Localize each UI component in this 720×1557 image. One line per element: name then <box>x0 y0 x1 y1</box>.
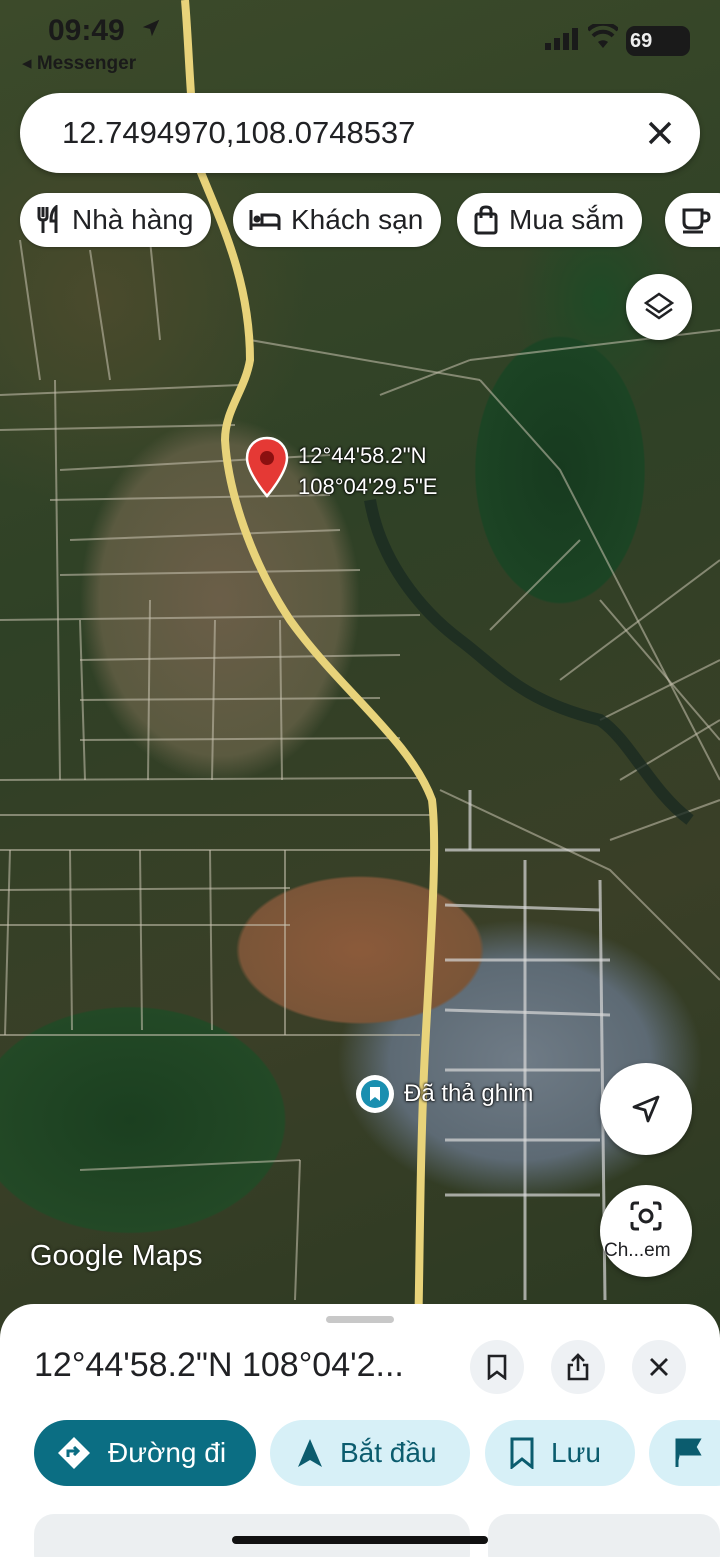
home-indicator[interactable] <box>232 1536 488 1544</box>
chip-label: Nhà hàng <box>72 204 194 235</box>
layers-button[interactable] <box>626 274 692 340</box>
search-query[interactable]: 12.7494970,108.0748537 <box>62 115 415 151</box>
close-icon <box>650 1358 668 1376</box>
restaurant-icon <box>37 205 58 233</box>
dropped-pin-marker[interactable]: Đã thả ghim <box>356 1075 533 1113</box>
bookmark-icon <box>487 1354 507 1380</box>
location-services-icon <box>142 19 160 37</box>
coffee-icon <box>682 208 711 234</box>
directions-label: Đường đi <box>108 1437 227 1468</box>
map-pin-icon[interactable] <box>244 436 290 500</box>
category-chips: Nhà hàng Khách sạn Mua sắm <box>20 193 720 247</box>
sheet-drag-handle[interactable] <box>326 1316 394 1323</box>
close-sheet-button[interactable] <box>632 1340 686 1394</box>
directions-icon <box>58 1437 90 1469</box>
cellular-signal-icon <box>545 28 578 50</box>
clock: 09:49 <box>48 14 125 47</box>
chip-shopping[interactable]: Mua sắm <box>457 193 643 247</box>
flag-icon <box>675 1438 702 1467</box>
hotel-icon <box>249 210 281 230</box>
back-to-app-link[interactable]: ◂ Messenger <box>22 52 136 75</box>
chip-coffee[interactable] <box>665 193 720 247</box>
chip-restaurants[interactable]: Nhà hàng <box>20 193 212 247</box>
dropped-pin-icon <box>356 1075 394 1113</box>
place-bottom-sheet[interactable]: 12°44'58.2"N 108°04'2... Đường đi Bắt đầ… <box>0 1304 720 1557</box>
maps-screen: 09:49 ◂ Messenger 69 12.7494970,108.0748… <box>0 0 720 1557</box>
pin-lng: 108°04'29.5"E <box>298 474 438 499</box>
shopping-bag-icon <box>474 205 498 235</box>
wifi-icon <box>588 24 618 48</box>
live-view-button[interactable] <box>600 1185 692 1277</box>
info-row-right <box>488 1514 720 1557</box>
camera-icon <box>630 1201 662 1231</box>
navigation-arrow-icon <box>298 1439 322 1467</box>
start-label: Bắt đầu <box>340 1437 437 1468</box>
start-button[interactable]: Bắt đầu <box>270 1420 470 1486</box>
my-location-button[interactable] <box>600 1063 692 1155</box>
navigation-arrow-icon <box>632 1095 660 1123</box>
search-bar[interactable]: 12.7494970,108.0748537 <box>20 93 700 173</box>
save-icon-button[interactable] <box>470 1340 524 1394</box>
live-view-label: Ch...em <box>604 1240 671 1261</box>
status-bar: 09:49 ◂ Messenger 69 <box>0 0 720 86</box>
label-button[interactable] <box>649 1420 720 1486</box>
chip-label: Khách sạn <box>291 204 424 235</box>
save-label: Lưu <box>551 1437 601 1468</box>
dropped-pin-label: Đã thả ghim <box>404 1080 534 1107</box>
pin-coordinates-label: 12°44'58.2"N 108°04'29.5"E <box>298 440 437 502</box>
bookmark-icon <box>510 1437 534 1469</box>
directions-button[interactable]: Đường đi <box>34 1420 256 1486</box>
save-button[interactable]: Lưu <box>485 1420 635 1486</box>
chip-hotels[interactable]: Khách sạn <box>233 193 442 247</box>
layers-icon <box>643 292 675 320</box>
place-title: 12°44'58.2"N 108°04'2... <box>34 1346 404 1384</box>
clear-search-icon[interactable] <box>644 117 676 149</box>
battery-indicator: 69 <box>626 26 690 56</box>
share-button[interactable] <box>551 1340 605 1394</box>
chip-label: Mua sắm <box>509 204 625 235</box>
share-icon <box>567 1353 589 1381</box>
pin-lat: 12°44'58.2"N <box>298 443 427 468</box>
google-maps-logo: Google Maps <box>30 1240 203 1272</box>
